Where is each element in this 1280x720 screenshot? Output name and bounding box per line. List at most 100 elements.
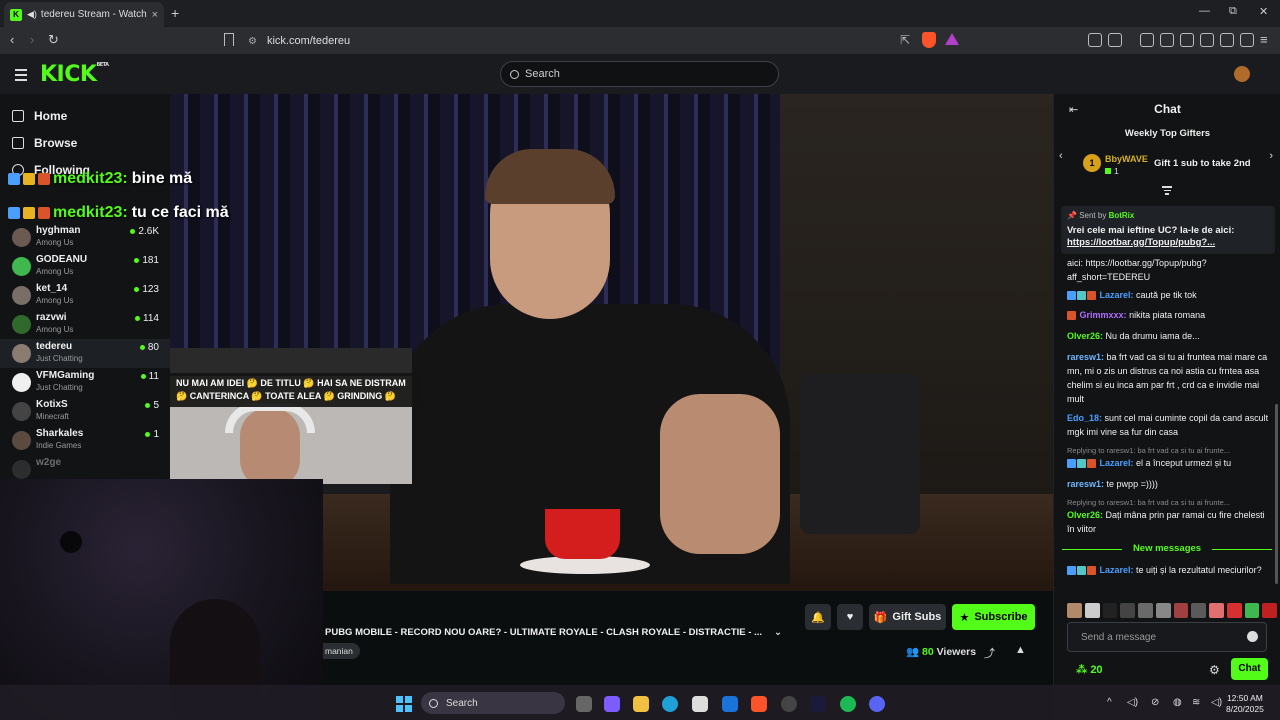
user-avatar[interactable] (1234, 66, 1250, 82)
report-icon[interactable]: ▲ (1015, 644, 1026, 656)
reply-indicator[interactable]: Replying to raresw1: ba frt vad ca si tu… (1067, 446, 1271, 455)
emote-icon[interactable] (1244, 603, 1260, 618)
search-input[interactable]: Search (500, 61, 779, 87)
emote-icon[interactable] (1120, 603, 1135, 618)
emote-icon[interactable] (1209, 603, 1224, 618)
close-window-button[interactable]: ✕ (1259, 5, 1268, 18)
channel-points[interactable]: ⁂ 20 (1076, 663, 1103, 676)
emote-icon[interactable] (1084, 603, 1100, 618)
site-settings-icon[interactable]: ⚙ (248, 36, 257, 47)
browser-tab[interactable]: K ◀) tedereu Stream - Watch Live × (4, 2, 164, 27)
channel-godeanu[interactable]: GODEANU Among Us 181 (0, 252, 170, 281)
bookmark-icon[interactable] (224, 33, 234, 46)
chat-message: Lazarel: caută pe tik tok (1067, 288, 1271, 302)
system-clock[interactable]: 12:50 AM 8/20/2025 (1226, 693, 1264, 715)
store-icon[interactable] (692, 696, 708, 712)
file-explorer-icon[interactable] (633, 696, 649, 712)
shield-icon[interactable] (1240, 33, 1254, 47)
emote-icon[interactable] (1226, 603, 1242, 618)
vpn-icon[interactable] (1200, 33, 1214, 47)
gifter-name[interactable]: BbyWAVE (1105, 154, 1148, 164)
menu-icon[interactable]: ≡ (1260, 32, 1268, 47)
close-tab-icon[interactable]: × (152, 9, 158, 21)
edge-icon[interactable] (662, 696, 678, 712)
rank-badge: 1 (1083, 154, 1101, 172)
emote-icon[interactable] (1191, 603, 1206, 618)
reload-icon[interactable]: ↻ (48, 32, 59, 48)
share-stream-icon[interactable]: ⤴ (984, 645, 995, 661)
media-icon[interactable] (1160, 33, 1174, 47)
emoji-icon[interactable] (1247, 631, 1258, 642)
viewer-count: 👥 80 Viewers (906, 646, 977, 658)
chevron-down-icon[interactable]: ⌄ (774, 627, 782, 638)
channel-hyghman[interactable]: hyghman Among Us 2.6K (0, 223, 170, 252)
emote-icon[interactable] (1138, 603, 1153, 618)
nav-home[interactable]: Home (12, 109, 67, 123)
follow-button[interactable]: ♥ (837, 604, 863, 630)
channel-vfmgaming[interactable]: VFMGaming Just Chatting 11 (0, 368, 170, 397)
channel-tedereu[interactable]: tedereu Just Chatting 80 (0, 339, 170, 368)
leo-ai-icon[interactable] (1220, 33, 1234, 47)
hamburger-menu-icon[interactable] (15, 69, 27, 84)
bell-button[interactable]: 🔔 (805, 604, 831, 630)
nav-browse[interactable]: Browse (12, 136, 77, 150)
chevron-left-icon[interactable]: ‹ (1059, 150, 1063, 162)
channel-ket14[interactable]: ket_14 Among Us 123 (0, 281, 170, 310)
download-icon[interactable] (1140, 33, 1154, 47)
chat-message: aici: https://lootbar.gg/Topup/pubg?aff_… (1067, 258, 1207, 282)
channel-avatar (12, 431, 31, 450)
speaker-icon[interactable]: ◁) (1211, 697, 1222, 708)
brave-rewards-icon[interactable] (945, 33, 959, 45)
new-tab-button[interactable]: + (171, 5, 179, 21)
back-icon[interactable]: ‹ (10, 32, 14, 47)
send-message-input[interactable]: Send a message (1067, 622, 1267, 652)
windows-start-icon[interactable] (396, 696, 412, 712)
channel-sharkales[interactable]: Sharkales Indie Games 1 (0, 426, 170, 455)
after-effects-icon[interactable] (810, 696, 826, 712)
share-icon[interactable]: ⇱ (900, 33, 910, 47)
chevron-right-icon[interactable]: › (1269, 150, 1273, 162)
filter-icon[interactable] (1162, 186, 1172, 197)
tray-chevron-icon[interactable]: ^ (1107, 697, 1112, 708)
spotify-icon[interactable] (840, 696, 856, 712)
chat-scrollbar[interactable] (1275, 404, 1278, 584)
gift-subs-button[interactable]: 🎁 Gift Subs (869, 604, 946, 630)
volume-icon[interactable]: ◁) (1127, 697, 1138, 708)
gift-prompt[interactable]: Gift 1 sub to take 2nd (1154, 158, 1251, 169)
webcam-overlay (0, 479, 323, 720)
maximize-button[interactable]: ⧉ (1229, 5, 1237, 18)
brave-shields-icon[interactable] (922, 32, 936, 48)
brave-icon[interactable] (751, 696, 767, 712)
discord-icon[interactable] (869, 696, 885, 712)
chatgpt-icon[interactable] (781, 696, 797, 712)
extensions-icon[interactable] (1088, 33, 1102, 47)
channel-kotixs[interactable]: KotixS Minecraft 5 (0, 397, 170, 426)
subscribe-button[interactable]: ★ Subscribe (952, 604, 1035, 630)
emote-icon[interactable] (1262, 603, 1277, 618)
task-view-icon[interactable] (576, 696, 592, 712)
minimize-button[interactable]: — (1199, 5, 1210, 17)
channel-razvwi[interactable]: razvwi Among Us 114 (0, 310, 170, 339)
forward-icon[interactable]: › (30, 32, 34, 47)
gear-icon[interactable]: ⚙ (1209, 663, 1220, 677)
chat-message: Edo_18: sunt cel mai cuminte copil da ca… (1067, 413, 1269, 437)
chat-send-button[interactable]: Chat (1231, 658, 1268, 680)
reply-indicator[interactable]: Replying to raresw1: ba frt vad ca si tu… (1067, 498, 1271, 507)
pinned-message[interactable]: 📌 Sent by BotRix Vrei cele mai ieftine U… (1061, 206, 1275, 254)
emote-icon[interactable] (1067, 603, 1082, 618)
emote-icon[interactable] (1155, 603, 1171, 618)
sidebar-toggle-icon[interactable] (1180, 33, 1194, 47)
speaker-icon[interactable]: ◀) (27, 9, 37, 20)
wifi-icon[interactable]: ≋ (1192, 697, 1200, 708)
taskbar-search[interactable]: Search (421, 692, 565, 714)
emote-icon[interactable] (1102, 603, 1118, 618)
mic-icon[interactable]: ◍ (1173, 697, 1182, 708)
outlook-icon[interactable] (722, 696, 738, 712)
chat-message: Lazarel: te uiți și la rezultatul meciur… (1067, 563, 1271, 577)
network-icon[interactable]: ⊘ (1151, 697, 1159, 708)
wallet-icon[interactable] (1108, 33, 1122, 47)
copilot-icon[interactable] (604, 696, 620, 712)
kick-logo[interactable]: KICKBETA (40, 62, 109, 87)
address-bar[interactable]: ⚙ kick.com/tedereu (248, 31, 968, 51)
emote-icon[interactable] (1173, 603, 1189, 618)
